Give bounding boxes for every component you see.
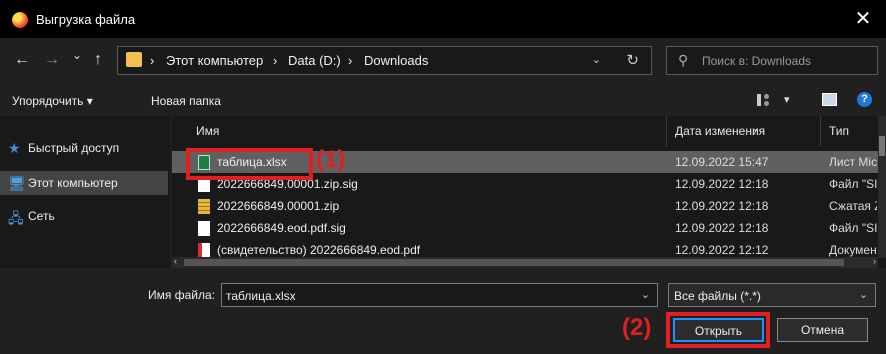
step2-label: (2) xyxy=(622,314,652,341)
file-date: 12.09.2022 12:18 xyxy=(675,199,769,213)
sidebar-item-network[interactable]: 🖧 Сеть xyxy=(0,204,168,228)
star-icon: ★ xyxy=(8,140,21,156)
sidebar-item-this-pc[interactable]: 🖥 Этот компьютер xyxy=(0,171,168,195)
breadcrumb-downloads[interactable]: Downloads xyxy=(364,53,428,68)
sidebar-item-quick-access[interactable]: ★ Быстрый доступ xyxy=(0,136,168,160)
file-row[interactable]: 2022666849.eod.pdf.sig 12.09.2022 12:18 … xyxy=(172,217,878,239)
file-row[interactable]: 2022666849.00001.zip 12.09.2022 12:18 Сж… xyxy=(172,195,878,217)
file-type: Документ Adobe xyxy=(829,243,877,257)
file-list: Имя ⌄ Дата изменения Тип таблица.xlsx 12… xyxy=(172,116,886,268)
horizontal-scrollbar[interactable]: ‹ › xyxy=(172,256,878,268)
command-toolbar: Упорядочить ▾ Новая папка ▾ ? xyxy=(0,84,886,116)
search-icon: ⚲ xyxy=(678,52,689,68)
sidebar-item-label: Быстрый доступ xyxy=(28,141,120,155)
back-arrow-icon[interactable]: ← xyxy=(14,51,30,69)
firefox-icon xyxy=(12,12,28,28)
pdf-file-icon xyxy=(198,243,210,258)
column-divider[interactable] xyxy=(820,116,821,146)
file-date: 12.09.2022 12:18 xyxy=(675,177,769,191)
window-title: Выгрузка файла xyxy=(36,12,136,27)
file-date: 12.09.2022 15:47 xyxy=(675,155,769,169)
chevron-down-icon[interactable]: ⌄ xyxy=(592,53,601,66)
preview-pane-icon[interactable] xyxy=(822,93,837,106)
column-header-type[interactable]: Тип xyxy=(829,124,849,138)
folder-icon xyxy=(126,52,142,67)
column-header-date[interactable]: Дата изменения xyxy=(675,124,765,138)
sidebar-item-label: Этот компьютер xyxy=(28,176,118,190)
file-type: Сжатая ZIP-папка xyxy=(829,199,877,213)
scroll-left-icon[interactable]: ‹ xyxy=(174,256,177,266)
recent-locations-icon[interactable]: ⌄ xyxy=(72,48,82,62)
up-arrow-icon[interactable]: ↑ xyxy=(94,51,102,69)
file-date: 12.09.2022 12:12 xyxy=(675,243,769,257)
file-name: 2022666849.eod.pdf.sig xyxy=(217,221,346,235)
file-type: Лист Microsoft Excel xyxy=(829,155,877,169)
forward-arrow-icon[interactable]: → xyxy=(44,51,60,69)
highlight-box-step2 xyxy=(666,312,770,348)
filename-combobox[interactable]: ⌄ xyxy=(221,283,658,307)
filter-value: Все файлы (*.*) xyxy=(674,289,761,303)
file-type-filter[interactable]: Все файлы (*.*) ⌄ xyxy=(668,283,876,307)
column-header-name[interactable]: Имя xyxy=(196,124,219,138)
zip-folder-icon xyxy=(198,199,210,214)
breadcrumb-this-pc[interactable]: Этот компьютер xyxy=(166,53,263,68)
title-bar: Выгрузка файла ✕ xyxy=(0,0,886,38)
highlight-box-step1 xyxy=(186,148,313,180)
chevron-down-icon[interactable]: ⌄ xyxy=(641,288,650,301)
filename-field[interactable] xyxy=(226,287,626,304)
navigation-pane: ★ Быстрый доступ 🖥 Этот компьютер 🖧 Сеть xyxy=(0,116,170,268)
navigation-bar: ← → ⌄ ↑ › Этот компьютер › Data (D:) › D… xyxy=(0,38,886,84)
column-header-row: Имя ⌄ Дата изменения Тип xyxy=(172,116,878,146)
network-icon: 🖧 xyxy=(8,210,24,226)
close-icon[interactable]: ✕ xyxy=(840,0,886,38)
file-name: (свидетельство) 2022666849.eod.pdf xyxy=(217,243,421,257)
breadcrumb-separator[interactable]: › xyxy=(348,53,352,68)
file-type: Файл "SIG" xyxy=(829,177,877,191)
filename-label: Имя файла: xyxy=(148,288,215,302)
computer-icon: 🖥 xyxy=(8,175,26,191)
step1-label: (1) xyxy=(316,146,346,173)
scrollbar-thumb[interactable] xyxy=(184,259,844,266)
view-options-icon[interactable] xyxy=(757,94,769,106)
breadcrumb-separator[interactable]: › xyxy=(150,53,154,68)
refresh-icon[interactable]: ↻ xyxy=(626,51,639,69)
cancel-button[interactable]: Отмена xyxy=(777,318,868,342)
file-type: Файл "SIG" xyxy=(829,221,877,235)
breadcrumb-data-d[interactable]: Data (D:) xyxy=(288,53,341,68)
breadcrumb-separator[interactable]: › xyxy=(273,53,277,68)
file-icon xyxy=(198,221,210,236)
vertical-scrollbar[interactable] xyxy=(878,116,886,258)
address-bar[interactable]: › Этот компьютер › Data (D:) › Downloads… xyxy=(117,46,652,75)
file-name: 2022666849.00001.zip xyxy=(217,199,340,213)
chevron-down-icon[interactable]: ⌄ xyxy=(859,288,868,301)
file-date: 12.09.2022 12:18 xyxy=(675,221,769,235)
new-folder-button[interactable]: Новая папка xyxy=(151,94,221,108)
search-input[interactable] xyxy=(702,51,872,71)
help-icon[interactable]: ? xyxy=(857,92,872,107)
chevron-down-icon[interactable]: ▾ xyxy=(784,93,790,106)
search-box[interactable]: ⚲ xyxy=(666,46,878,75)
sidebar-item-label: Сеть xyxy=(28,209,55,223)
scrollbar-thumb[interactable] xyxy=(879,136,885,156)
scroll-right-icon[interactable]: › xyxy=(873,256,876,266)
organize-menu[interactable]: Упорядочить ▾ xyxy=(12,94,93,108)
column-divider[interactable] xyxy=(666,116,667,146)
